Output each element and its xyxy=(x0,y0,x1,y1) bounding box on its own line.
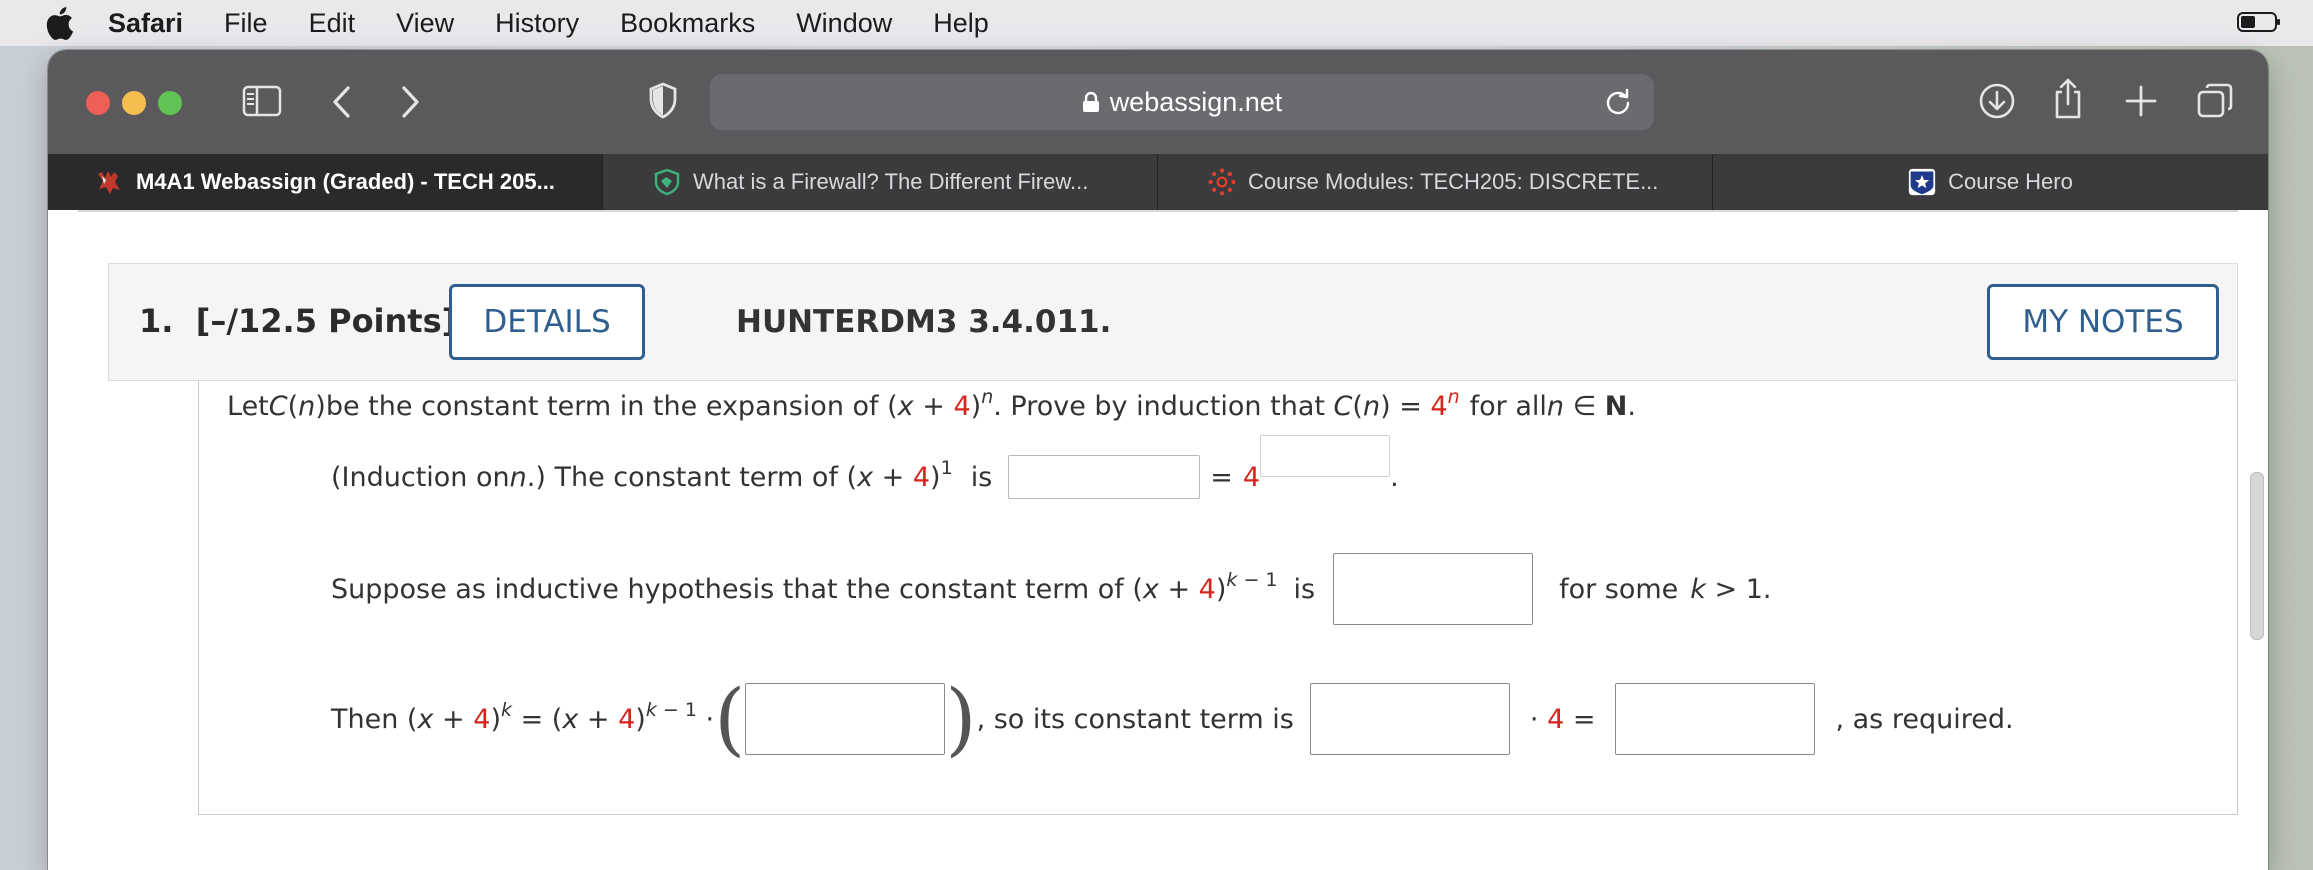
browser-toolbar: webassign.net xyxy=(48,50,2268,154)
minimize-window-button[interactable] xyxy=(122,91,146,115)
math-naturals: n ∈ N xyxy=(1546,391,1628,422)
question-number: 1. xyxy=(139,302,174,340)
statement-text: . Prove by induction that xyxy=(993,391,1325,422)
open-paren: ( xyxy=(714,672,746,765)
tab-title: What is a Firewall? The Different Firew.… xyxy=(693,169,1089,194)
reload-icon[interactable] xyxy=(1604,88,1632,116)
hypothesis-line: Suppose as inductive hypothesis that the… xyxy=(331,553,1772,625)
math-condition: k > 1. xyxy=(1690,573,1772,605)
math-four: 4 xyxy=(1242,461,1261,493)
hypothesis-text: is xyxy=(1293,573,1316,605)
sidebar-icon[interactable] xyxy=(242,84,282,118)
close-window-button[interactable] xyxy=(86,91,110,115)
tab-webassign[interactable]: M4A1 Webassign (Graded) - TECH 205... xyxy=(48,154,603,210)
address-bar[interactable]: webassign.net xyxy=(710,74,1654,130)
inductive-step-line: Then (x + 4)k = (x + 4)k − 1 · ( ) , so … xyxy=(331,679,2014,759)
statement-text: Let xyxy=(227,391,269,422)
math-base-expr: (x + 4)1 xyxy=(837,456,953,493)
hypothesis-text: for some xyxy=(1559,573,1679,605)
webpage-content: 1. [–/12.5 Points] DETAILS HUNTERDM3 3.4… xyxy=(48,210,2268,870)
step-text: Then xyxy=(331,703,399,735)
exponent-input-wrap xyxy=(1260,435,1391,499)
tab-title: Course Modules: TECH205: DISCRETE... xyxy=(1248,169,1659,194)
webassign-favicon-icon xyxy=(98,171,120,194)
apple-icon[interactable] xyxy=(44,6,74,40)
tab-firewall[interactable]: What is a Firewall? The Different Firew.… xyxy=(603,154,1158,210)
math-cn: C(n) xyxy=(268,391,326,422)
details-button[interactable]: DETAILS xyxy=(449,284,645,360)
step-factor-input[interactable] xyxy=(745,683,946,755)
back-icon[interactable] xyxy=(330,84,354,120)
forward-icon[interactable] xyxy=(398,84,422,120)
tab-title: Course Hero xyxy=(1948,169,2073,194)
base-case-exponent-input[interactable] xyxy=(1260,435,1391,477)
course-hero-favicon-icon xyxy=(1909,168,1936,196)
privacy-shield-icon[interactable] xyxy=(648,82,678,120)
new-tab-icon[interactable] xyxy=(2124,84,2158,118)
period: . xyxy=(1390,461,1399,493)
divider xyxy=(78,210,2238,212)
base-case-text: (Induction on xyxy=(331,461,510,493)
math-claim: C(n) = 4n xyxy=(1333,386,1460,423)
math-n: n xyxy=(509,461,527,493)
hypothesis-answer-input[interactable] xyxy=(1333,553,1534,625)
hypothesis-text: Suppose as inductive hypothesis that the… xyxy=(331,573,1124,605)
math-step-expr: (x + 4)k = (x + 4)k − 1 · xyxy=(398,698,715,735)
base-case-text: .) The constant term of xyxy=(526,461,838,493)
menu-history[interactable]: History xyxy=(495,8,579,39)
tab-title: M4A1 Webassign (Graded) - TECH 205... xyxy=(136,169,555,194)
base-case-answer-input[interactable] xyxy=(1008,455,1201,499)
tab-course-modules[interactable]: Course Modules: TECH205: DISCRETE... xyxy=(1158,154,1713,210)
browser-window: webassign.net M4A1 Webassign (Graded) - … xyxy=(48,50,2268,870)
menu-view[interactable]: View xyxy=(396,8,454,39)
menu-bar: Safari File Edit View History Bookmarks … xyxy=(0,0,2313,46)
math-times-four: · 4 = xyxy=(1529,703,1596,735)
math-expansion: (x + 4)n xyxy=(878,386,994,423)
menu-bookmarks[interactable]: Bookmarks xyxy=(620,8,755,39)
step-constant-input[interactable] xyxy=(1309,683,1510,755)
url-text: webassign.net xyxy=(1109,86,1283,117)
problem-statement: Let C(n) be the constant term in the exp… xyxy=(227,386,1636,423)
menu-safari[interactable]: Safari xyxy=(108,8,183,39)
tab-bar: M4A1 Webassign (Graded) - TECH 205... Wh… xyxy=(48,154,2268,210)
base-case-text: is xyxy=(970,461,993,493)
canvas-favicon-icon xyxy=(1208,168,1236,196)
battery-icon[interactable] xyxy=(2237,11,2281,33)
statement-text: . xyxy=(1627,391,1636,422)
question-body: Let C(n) be the constant term in the exp… xyxy=(198,381,2238,815)
tab-overview-icon[interactable] xyxy=(2196,82,2234,120)
question-code: HUNTERDM3 3.4.011. xyxy=(736,304,1112,340)
equals-sign: = xyxy=(1210,461,1233,493)
step-text: , as required. xyxy=(1835,703,2014,735)
menu-file[interactable]: File xyxy=(224,8,268,39)
statement-text: be the constant term in the expansion of xyxy=(325,391,879,422)
step-text: , so its constant term is xyxy=(976,703,1294,735)
lock-icon xyxy=(1082,91,1099,112)
statement-text: for all xyxy=(1469,391,1547,422)
shield-favicon-icon xyxy=(654,168,680,196)
menu-window[interactable]: Window xyxy=(796,8,892,39)
math-hypothesis-expr: (x + 4)k − 1 xyxy=(1123,568,1278,605)
tab-course-hero[interactable]: Course Hero xyxy=(1713,154,2268,210)
base-case-line: (Induction on n .) The constant term of … xyxy=(331,435,1399,499)
step-result-input[interactable] xyxy=(1615,683,1816,755)
scrollbar-thumb[interactable] xyxy=(2250,472,2264,640)
question-header: 1. [–/12.5 Points] DETAILS HUNTERDM3 3.4… xyxy=(108,263,2238,381)
share-icon[interactable] xyxy=(2052,76,2084,120)
question-points: [–/12.5 Points] xyxy=(195,302,457,340)
fullscreen-window-button[interactable] xyxy=(158,91,182,115)
menu-edit[interactable]: Edit xyxy=(309,8,356,39)
my-notes-button[interactable]: MY NOTES xyxy=(1987,284,2219,360)
menu-help[interactable]: Help xyxy=(933,8,989,39)
question-number-points: 1. [–/12.5 Points] xyxy=(139,302,456,340)
downloads-icon[interactable] xyxy=(1978,82,2016,120)
close-paren: ) xyxy=(945,672,977,765)
